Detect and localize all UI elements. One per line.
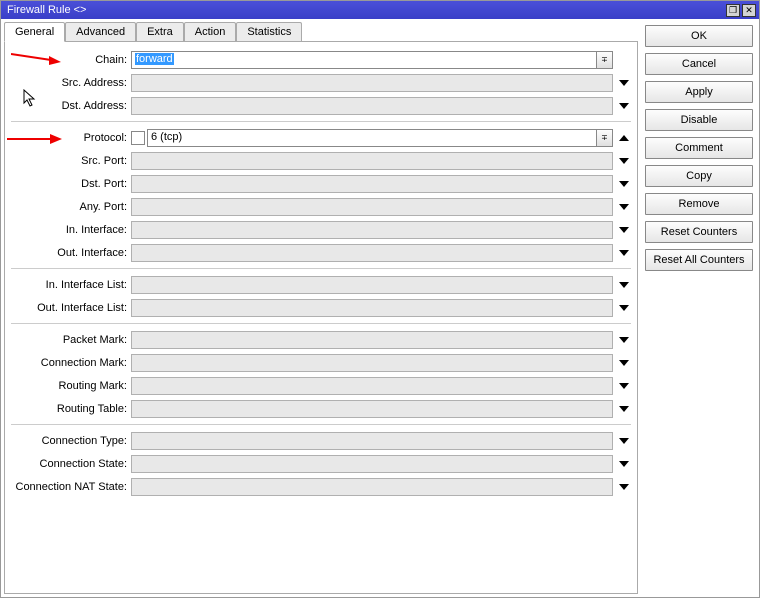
label-chain: Chain: xyxy=(11,54,131,66)
cancel-button[interactable]: Cancel xyxy=(645,53,753,75)
in-interface-expand[interactable] xyxy=(617,223,631,237)
side-panel: OK Cancel Apply Disable Comment Copy Rem… xyxy=(641,19,759,597)
label-connection-nat-state: Connection NAT State: xyxy=(11,481,131,493)
reset-counters-button[interactable]: Reset Counters xyxy=(645,221,753,243)
label-src-port: Src. Port: xyxy=(11,155,131,167)
window-title: Firewall Rule <> xyxy=(7,4,724,16)
label-src-address: Src. Address: xyxy=(11,77,131,89)
src-port-input[interactable] xyxy=(131,152,613,170)
label-connection-type: Connection Type: xyxy=(11,435,131,447)
dst-port-expand[interactable] xyxy=(617,177,631,191)
label-connection-state: Connection State: xyxy=(11,458,131,470)
routing-table-input[interactable] xyxy=(131,400,613,418)
label-dst-port: Dst. Port: xyxy=(11,178,131,190)
label-routing-table: Routing Table: xyxy=(11,403,131,415)
out-interface-list-input[interactable] xyxy=(131,299,613,317)
connection-state-expand[interactable] xyxy=(617,457,631,471)
out-interface-expand[interactable] xyxy=(617,246,631,260)
label-out-interface: Out. Interface: xyxy=(11,247,131,259)
packet-mark-input[interactable] xyxy=(131,331,613,349)
label-protocol: Protocol: xyxy=(11,132,131,144)
connection-type-expand[interactable] xyxy=(617,434,631,448)
connection-type-input[interactable] xyxy=(131,432,613,450)
chain-dropdown-button[interactable]: ∓ xyxy=(597,51,613,69)
remove-button[interactable]: Remove xyxy=(645,193,753,215)
main-panel: General Advanced Extra Action Statistics… xyxy=(1,19,641,597)
protocol-collapse[interactable] xyxy=(617,131,631,145)
label-routing-mark: Routing Mark: xyxy=(11,380,131,392)
reset-all-counters-button[interactable]: Reset All Counters xyxy=(645,249,753,271)
chain-input[interactable]: forward xyxy=(131,51,597,69)
restore-button[interactable]: ❐ xyxy=(726,4,740,17)
label-dst-address: Dst. Address: xyxy=(11,100,131,112)
routing-mark-expand[interactable] xyxy=(617,379,631,393)
in-interface-list-input[interactable] xyxy=(131,276,613,294)
title-bar: Firewall Rule <> ❐ ✕ xyxy=(1,1,759,19)
dst-port-input[interactable] xyxy=(131,175,613,193)
src-address-expand[interactable] xyxy=(617,76,631,90)
routing-table-expand[interactable] xyxy=(617,402,631,416)
packet-mark-expand[interactable] xyxy=(617,333,631,347)
ok-button[interactable]: OK xyxy=(645,25,753,47)
comment-button[interactable]: Comment xyxy=(645,137,753,159)
label-connection-mark: Connection Mark: xyxy=(11,357,131,369)
connection-mark-expand[interactable] xyxy=(617,356,631,370)
protocol-dropdown-button[interactable]: ∓ xyxy=(597,129,613,147)
protocol-invert-checkbox[interactable] xyxy=(131,131,145,145)
label-packet-mark: Packet Mark: xyxy=(11,334,131,346)
dst-address-input[interactable] xyxy=(131,97,613,115)
out-interface-input[interactable] xyxy=(131,244,613,262)
label-any-port: Any. Port: xyxy=(11,201,131,213)
close-button[interactable]: ✕ xyxy=(742,4,756,17)
content: General Advanced Extra Action Statistics… xyxy=(1,19,759,597)
protocol-input[interactable]: 6 (tcp) xyxy=(147,129,597,147)
tab-advanced[interactable]: Advanced xyxy=(65,22,136,41)
connection-nat-state-expand[interactable] xyxy=(617,480,631,494)
tab-statistics[interactable]: Statistics xyxy=(236,22,302,41)
tab-extra[interactable]: Extra xyxy=(136,22,184,41)
copy-button[interactable]: Copy xyxy=(645,165,753,187)
tab-bar: General Advanced Extra Action Statistics xyxy=(4,22,638,42)
in-interface-input[interactable] xyxy=(131,221,613,239)
label-in-interface-list: In. Interface List: xyxy=(11,279,131,291)
connection-mark-input[interactable] xyxy=(131,354,613,372)
out-interface-list-expand[interactable] xyxy=(617,301,631,315)
disable-button[interactable]: Disable xyxy=(645,109,753,131)
label-out-interface-list: Out. Interface List: xyxy=(11,302,131,314)
any-port-input[interactable] xyxy=(131,198,613,216)
in-interface-list-expand[interactable] xyxy=(617,278,631,292)
dst-address-expand[interactable] xyxy=(617,99,631,113)
any-port-expand[interactable] xyxy=(617,200,631,214)
tab-action[interactable]: Action xyxy=(184,22,237,41)
src-address-input[interactable] xyxy=(131,74,613,92)
connection-state-input[interactable] xyxy=(131,455,613,473)
apply-button[interactable]: Apply xyxy=(645,81,753,103)
src-port-expand[interactable] xyxy=(617,154,631,168)
routing-mark-input[interactable] xyxy=(131,377,613,395)
tab-general[interactable]: General xyxy=(4,22,65,42)
label-in-interface: In. Interface: xyxy=(11,224,131,236)
tab-body-general: Chain: forward ∓ Src. Address: Dst. Addr… xyxy=(4,42,638,594)
connection-nat-state-input[interactable] xyxy=(131,478,613,496)
